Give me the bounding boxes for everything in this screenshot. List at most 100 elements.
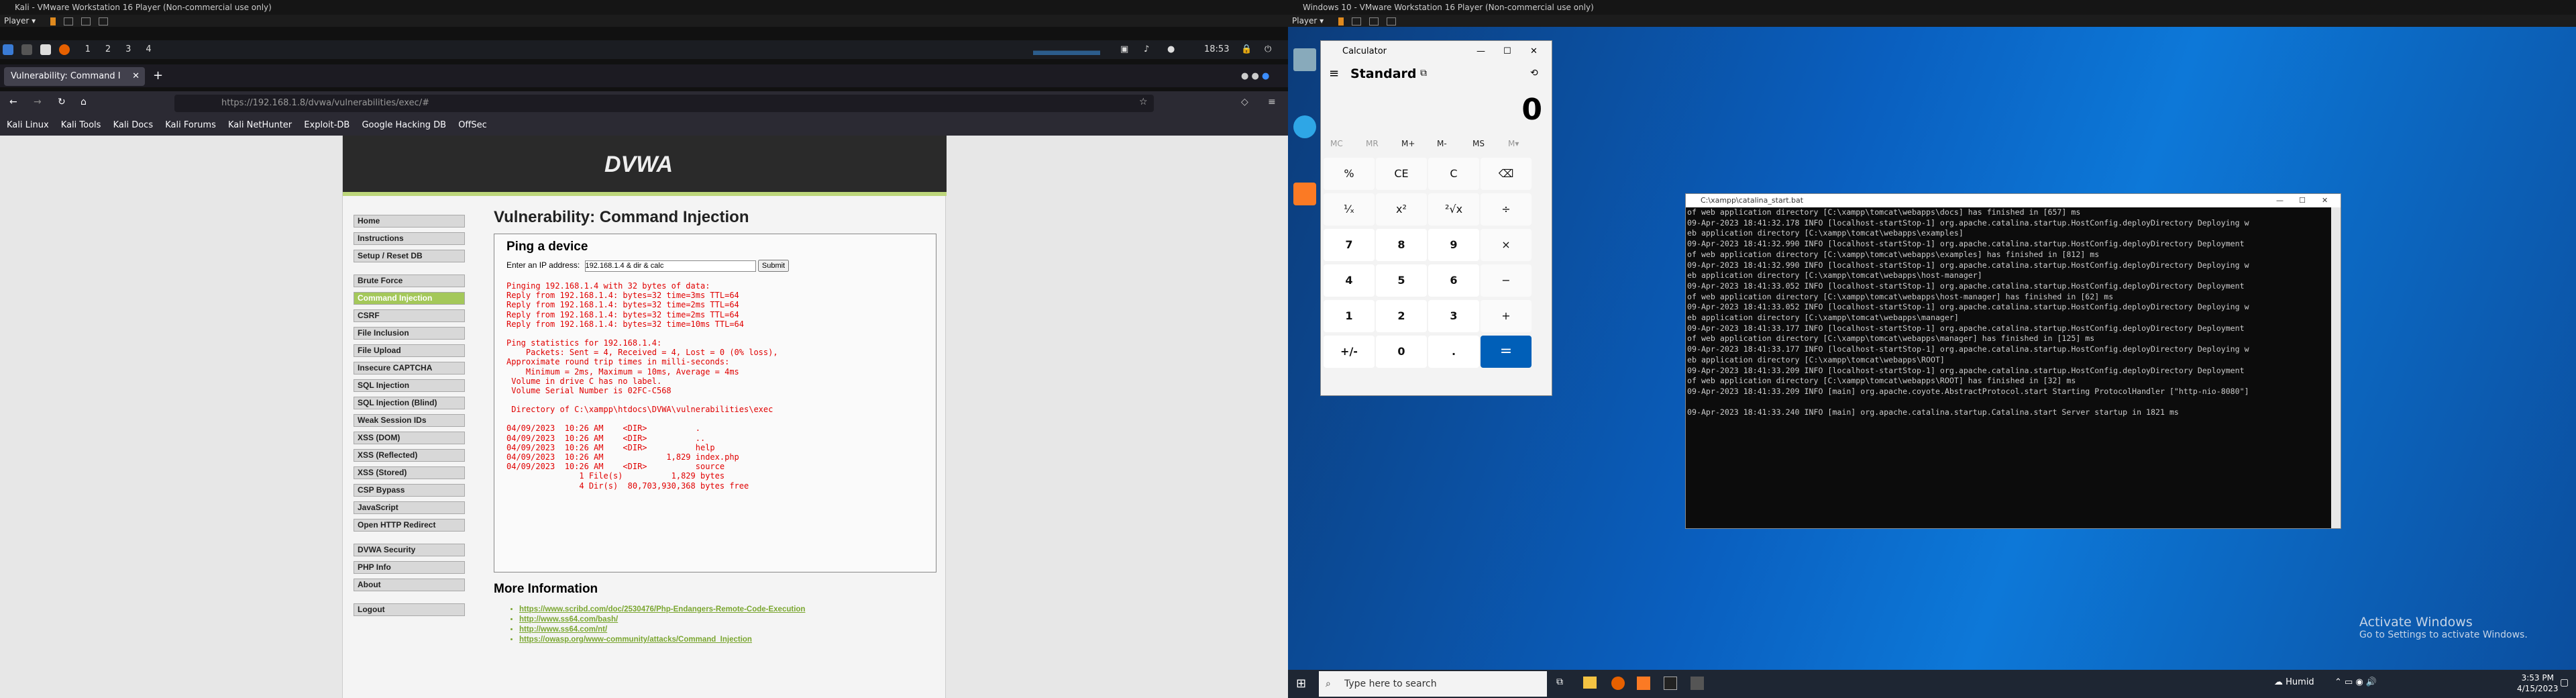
ip-input[interactable]: [584, 260, 756, 272]
info-link[interactable]: https://owasp.org/www-community/attacks/…: [519, 635, 936, 645]
taskbar-search[interactable]: ⌕ Type here to search: [1319, 671, 1547, 697]
calc-key[interactable]: 4: [1324, 264, 1375, 297]
bookmark-kali-nethunter[interactable]: Kali NetHunter: [228, 120, 292, 130]
calc-key[interactable]: ÷: [1481, 193, 1532, 226]
kali-menu-icon[interactable]: [3, 44, 13, 55]
close-icon[interactable]: ✕: [1530, 41, 1538, 62]
bookmark-exploit-db[interactable]: Exploit-DB: [304, 120, 350, 130]
menu-icon[interactable]: ≡: [1268, 97, 1276, 107]
submit-button[interactable]: Submit: [757, 260, 790, 272]
calc-key[interactable]: ²√x: [1428, 193, 1479, 226]
memory-button[interactable]: MR: [1366, 139, 1379, 148]
calc-key[interactable]: .: [1428, 336, 1479, 368]
cmd-taskbar-icon[interactable]: [1664, 677, 1677, 690]
files-app-icon[interactable]: [40, 44, 52, 55]
player-menu[interactable]: Player ▾: [1292, 16, 1324, 26]
home-icon[interactable]: ⌂: [80, 97, 87, 107]
menu-item-insecure-captcha[interactable]: Insecure CAPTCHA: [354, 362, 465, 375]
taskbar-clock[interactable]: 3:53 PM 4/15/2023: [2517, 672, 2559, 694]
network-icon[interactable]: ▣: [1120, 40, 1128, 59]
hamburger-icon[interactable]: ≡: [1329, 66, 1339, 81]
menu-item-logout[interactable]: Logout: [354, 603, 465, 616]
calc-key[interactable]: 8: [1376, 229, 1427, 261]
calc-key[interactable]: 3: [1428, 300, 1479, 332]
maximize-icon[interactable]: ☐: [1503, 41, 1511, 62]
bookmark-star-icon[interactable]: ☆: [1139, 97, 1148, 107]
new-tab-icon[interactable]: +: [153, 68, 163, 83]
workspace-3[interactable]: 3: [125, 44, 146, 54]
volume-icon[interactable]: ♪: [1144, 40, 1149, 59]
calc-key[interactable]: x²: [1376, 193, 1427, 226]
system-tray-icons[interactable]: ⌃ ▭ ◉ 🔊: [2334, 677, 2377, 687]
bookmark-offsec[interactable]: OffSec: [458, 120, 487, 130]
close-icon[interactable]: ✕: [2322, 194, 2328, 207]
calc-key[interactable]: CE: [1376, 158, 1427, 190]
bookmark-kali-tools[interactable]: Kali Tools: [61, 120, 101, 130]
calc-key[interactable]: 9: [1428, 229, 1479, 261]
menu-item-csrf[interactable]: CSRF: [354, 309, 465, 322]
pause-icon[interactable]: [1338, 17, 1344, 26]
info-link[interactable]: https://www.scribd.com/doc/2530476/Php-E…: [519, 605, 936, 615]
notifications-icon[interactable]: ▢: [2560, 677, 2569, 688]
back-icon[interactable]: ←: [9, 97, 17, 107]
menu-item-brute-force[interactable]: Brute Force: [354, 275, 465, 287]
tab-dvwa[interactable]: Vulnerability: Command I ✕: [4, 67, 145, 86]
calc-key[interactable]: =: [1481, 336, 1532, 368]
pocket-icon[interactable]: ◇: [1241, 97, 1248, 107]
dvwa-logo[interactable]: DVWA: [604, 152, 673, 178]
reload-icon[interactable]: ↻: [58, 97, 66, 107]
unity-icon[interactable]: [80, 17, 91, 26]
firefox-window-controls[interactable]: ● ● ●: [1241, 71, 1281, 82]
recycle-bin-icon[interactable]: [1293, 48, 1316, 71]
calc-key[interactable]: 5: [1376, 264, 1427, 297]
xampp-desktop-icon[interactable]: [1293, 183, 1316, 205]
menu-item-setup-reset-db[interactable]: Setup / Reset DB: [354, 250, 465, 262]
send-ctrl-alt-del-icon[interactable]: [1351, 17, 1361, 26]
fullscreen-icon[interactable]: [98, 17, 108, 26]
file-explorer-icon[interactable]: [1583, 677, 1597, 689]
menu-item-home[interactable]: Home: [354, 215, 465, 228]
menu-item-open-http-redirect[interactable]: Open HTTP Redirect: [354, 519, 465, 532]
memory-button[interactable]: M+: [1401, 139, 1415, 148]
menu-item-weak-session-ids[interactable]: Weak Session IDs: [354, 414, 465, 427]
menu-item-file-upload[interactable]: File Upload: [354, 344, 465, 357]
edge-desktop-icon[interactable]: [1293, 115, 1316, 138]
keep-on-top-icon[interactable]: ⧉: [1420, 68, 1427, 79]
panel-clock[interactable]: 18:53: [1204, 40, 1229, 59]
menu-item-sql-injection[interactable]: SQL Injection: [354, 379, 465, 392]
calc-key[interactable]: ⌫: [1481, 158, 1532, 190]
forward-icon[interactable]: →: [34, 97, 42, 107]
calc-key[interactable]: 1: [1324, 300, 1375, 332]
menu-item-javascript[interactable]: JavaScript: [354, 501, 465, 514]
tab-close-icon[interactable]: ✕: [132, 67, 140, 86]
menu-item-xss-reflected[interactable]: XSS (Reflected): [354, 449, 465, 462]
fullscreen-icon[interactable]: [1386, 17, 1396, 26]
minimize-icon[interactable]: —: [2276, 194, 2284, 207]
menu-item-xss-stored[interactable]: XSS (Stored): [354, 466, 465, 479]
menu-item-command-injection[interactable]: Command Injection: [354, 292, 465, 305]
calc-key[interactable]: ×: [1481, 229, 1532, 261]
bookmark-kali-docs[interactable]: Kali Docs: [113, 120, 154, 130]
calc-key[interactable]: +/-: [1324, 336, 1375, 368]
info-link[interactable]: http://www.ss64.com/nt/: [519, 625, 936, 635]
memory-button[interactable]: MC: [1330, 139, 1343, 148]
weather-widget[interactable]: ☁ Humid: [2274, 677, 2314, 687]
firefox-taskbar-icon[interactable]: [1611, 677, 1625, 690]
calc-key[interactable]: −: [1481, 264, 1532, 297]
calc-key[interactable]: ¹⁄ₓ: [1324, 193, 1375, 226]
firefox-app-icon[interactable]: [59, 44, 70, 55]
pause-icon[interactable]: [50, 17, 56, 26]
menu-item-sql-injection-blind[interactable]: SQL Injection (Blind): [354, 397, 465, 409]
menu-item-csp-bypass[interactable]: CSP Bypass: [354, 484, 465, 497]
power-icon[interactable]: ⏻: [1265, 40, 1271, 59]
xampp-taskbar-icon[interactable]: [1637, 677, 1650, 690]
send-ctrl-alt-del-icon[interactable]: [63, 17, 73, 26]
workspace-1[interactable]: 1: [85, 44, 105, 54]
info-link[interactable]: http://www.ss64.com/bash/: [519, 615, 936, 625]
history-icon[interactable]: ⟲: [1530, 68, 1538, 79]
calculator-taskbar-icon[interactable]: [1690, 677, 1704, 690]
calc-key[interactable]: C: [1428, 158, 1479, 190]
maximize-icon[interactable]: ☐: [2299, 194, 2306, 207]
calc-key[interactable]: +: [1481, 300, 1532, 332]
task-view-icon[interactable]: ⧉: [1556, 677, 1563, 687]
